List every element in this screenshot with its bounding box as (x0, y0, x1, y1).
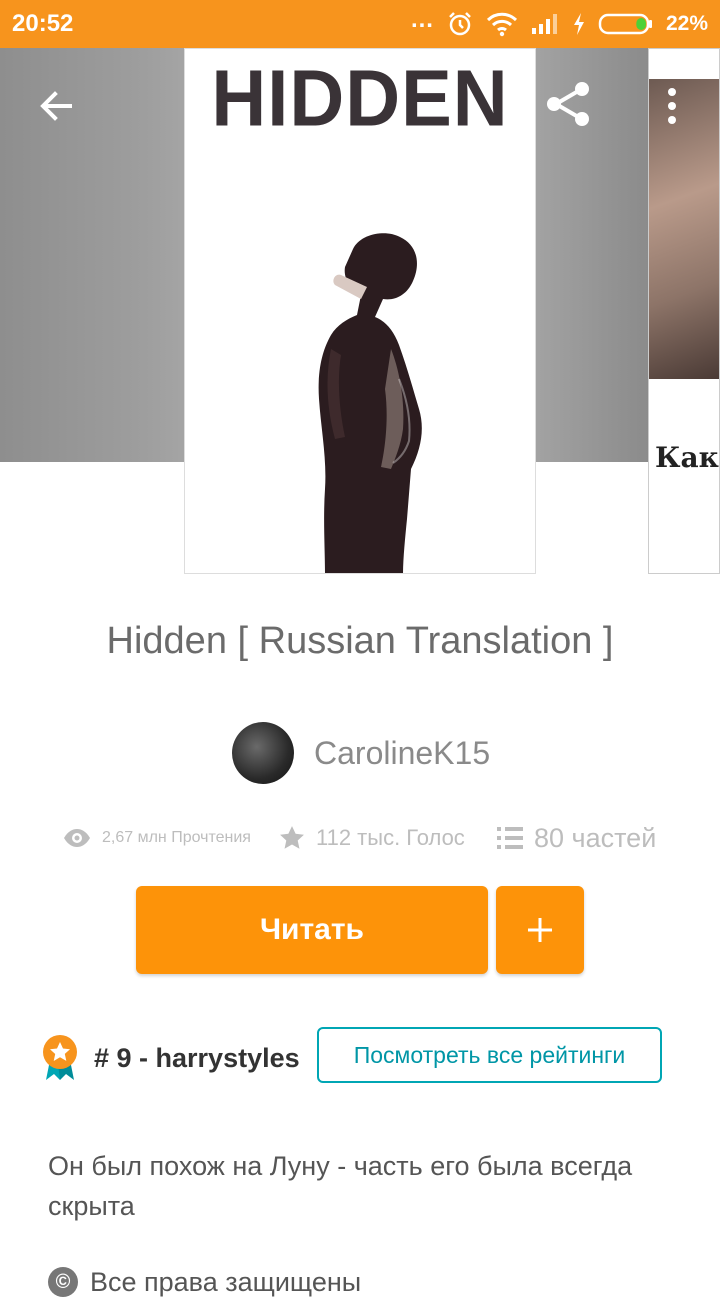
status-icons: ... 22% (410, 6, 708, 40)
parts-count: 80 частей (534, 822, 657, 853)
add-to-library-button[interactable] (496, 886, 584, 974)
share-icon (547, 82, 589, 126)
status-time: 20:52 (12, 10, 74, 37)
votes-count: 112 тыс. Голос (316, 825, 465, 850)
ranking-text: # 9 - harrystyles (94, 1042, 300, 1073)
copyright-info: © Все права защищены (48, 1262, 361, 1302)
back-button[interactable] (30, 80, 82, 132)
more-vertical-icon (668, 88, 676, 124)
eye-icon (64, 829, 90, 847)
next-cover-text: Кака (655, 441, 719, 474)
battery-icon (598, 12, 654, 36)
author-link[interactable]: CarolineK15 (232, 722, 490, 784)
view-all-rankings-button[interactable]: Посмотреть все рейтинги (317, 1027, 662, 1083)
list-icon (497, 827, 523, 849)
alarm-icon (446, 10, 474, 38)
share-button[interactable] (540, 76, 596, 132)
plus-icon (528, 918, 552, 942)
author-avatar (232, 722, 294, 784)
ranking-info: # 9 - harrystyles (40, 1030, 300, 1086)
wifi-icon (486, 11, 518, 37)
reads-stat: 2,67 млн Прочтения (62, 816, 251, 860)
copyright-icon: © (48, 1267, 78, 1297)
battery-percent: 22% (665, 12, 708, 35)
book-cover[interactable]: HIDDEN (184, 48, 536, 574)
read-button[interactable]: Читать (136, 886, 488, 974)
parts-stat[interactable]: 80 частей (496, 816, 656, 860)
cover-figure-image (318, 233, 422, 573)
votes-stat: 112 тыс. Голос (278, 816, 465, 860)
status-bar: 20:52 ... 22% (0, 0, 720, 48)
notification-dots-icon: ... (410, 6, 434, 33)
arrow-left-icon (40, 91, 72, 121)
book-description: Он был похож на Луну - часть его была вс… (48, 1151, 633, 1221)
book-title: Hidden [ Russian Translation ] (106, 620, 614, 662)
charging-icon (572, 12, 586, 36)
reads-count: 2,67 млн Прочтения (102, 829, 251, 846)
star-icon (280, 826, 304, 849)
more-options-button[interactable] (654, 80, 690, 132)
ranking-badge-icon (43, 1035, 77, 1080)
signal-icon (530, 12, 560, 36)
book-stats: 2,67 млн Прочтения 112 тыс. Голос 80 час… (0, 816, 720, 860)
author-name: CarolineK15 (314, 734, 491, 771)
copyright-text: Все права защищены (90, 1266, 362, 1297)
